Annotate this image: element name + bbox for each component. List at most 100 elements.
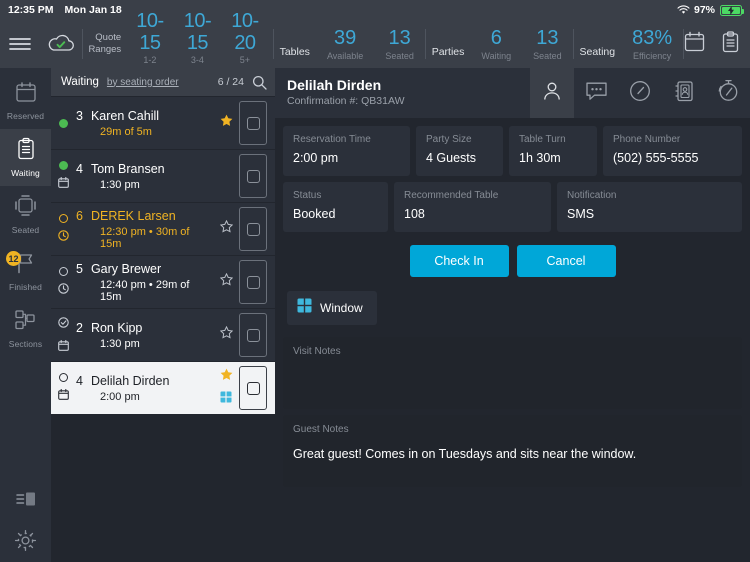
stat-label: Available [326,50,364,61]
top-bar: Quote Ranges 10-15 1-2 Parties 10-15 3-4… [0,10,750,77]
battery-percent: 97% [693,4,715,16]
wait-detail: 12:40 pm • 29m of 15m [100,278,190,303]
list-item-selected[interactable]: 4 Delilah Dirden 2:00 pm [51,362,275,414]
quote-label-line2: Ranges [88,44,122,55]
table-icon [14,194,37,222]
star-outline-icon[interactable] [219,325,233,344]
row-checkbox[interactable] [239,101,267,145]
parties-stats-group: Parties 6 Waiting 13 Seated [426,20,573,68]
detail-header: Delilah Dirden Confirmation #: QB31AW [275,68,750,118]
detail-body: Reservation Time 2:00 pm Party Size 4 Gu… [275,118,750,562]
row-checkbox[interactable] [239,313,267,357]
window-icon [220,390,232,408]
quote-value-5plus: 10-20 [231,10,259,54]
detail-panel: Delilah Dirden Confirmation #: QB31AW Re… [275,68,750,562]
list-item[interactable]: 4 Tom Bransen 1:30 pm [51,150,275,202]
gear-icon[interactable] [0,518,51,562]
clock-icon [629,80,651,107]
party-size: 5 [76,261,83,276]
detail-fields-row-2: Status Booked Recommended Table 108 Noti… [283,182,742,232]
sidebar-item-finished[interactable]: 12 Finished [0,243,51,300]
clipboard-icon[interactable] [721,30,740,58]
calendar-icon[interactable] [684,31,705,57]
party-size: 4 [76,161,83,176]
tab-history[interactable] [618,68,662,118]
calendar-icon [15,81,37,108]
list-item[interactable]: 2 Ron Kipp 1:30 pm [51,309,275,361]
action-buttons: Check In Cancel [283,245,742,277]
calendar-icon [57,175,69,193]
guest-notes-label: Guest Notes [293,424,349,435]
list-item[interactable]: 5 Gary Brewer 12:40 pm • 29m of 15m [51,256,275,308]
sidebar-nav: Reserved Waiting Seated 12 Finished Sect… [0,68,51,562]
detail-fields-row-1: Reservation Time 2:00 pm Party Size 4 Gu… [283,126,742,176]
sections-icon [14,309,37,336]
tab-guest-profile[interactable] [530,68,574,118]
field-value: (502) 555-5555 [613,151,699,165]
tab-address-book[interactable] [662,68,706,118]
stat-parties-seated: 13 Seated [522,27,573,62]
layout-panel-icon[interactable] [0,480,51,518]
stat-value: 13 [388,26,411,49]
field-notification: Notification SMS [557,182,742,232]
star-filled-icon[interactable] [220,368,233,386]
stat-value: 13 [536,26,559,49]
row-checkbox[interactable] [239,366,267,410]
quote-label-line1: Quote [95,32,122,43]
sidebar-item-waiting[interactable]: Waiting [0,129,51,186]
sidebar-item-label: Waiting [11,168,40,178]
stat-label: Waiting [481,50,512,61]
field-label: Phone Number [613,134,681,145]
guest-name: Ron Kipp [90,320,143,335]
address-book-icon [674,80,694,107]
field-recommended-table: Recommended Table 108 [394,182,551,232]
list-item[interactable]: 3 Karen Cahill 29m of 5m [51,97,275,149]
star-outline-icon[interactable] [219,272,233,291]
check-in-button[interactable]: Check In [409,245,509,277]
hamburger-menu-icon[interactable] [0,20,41,68]
star-outline-icon[interactable] [219,219,233,238]
waitlist-title: Waiting [61,76,99,88]
sidebar-item-reserved[interactable]: Reserved [0,72,51,129]
row-checkbox[interactable] [239,260,267,304]
cloud-sync-icon[interactable] [41,20,82,68]
star-filled-icon[interactable] [220,114,233,132]
status-ring-white-icon [58,372,68,382]
stat-label: Seated [385,50,414,61]
row-checkbox[interactable] [239,154,267,198]
clock-icon [57,228,69,246]
quote-value-1-2: 10-15 [136,10,164,54]
stat-label: Seated [533,50,562,61]
party-size: 6 [76,208,83,223]
tables-group-title: Tables [279,46,310,58]
tag-window[interactable]: Window [287,291,377,325]
wait-detail: 1:30 pm [100,178,140,191]
sidebar-item-seated[interactable]: Seated [0,186,51,243]
cancel-button[interactable]: Cancel [516,245,616,277]
confirmation-number: Confirmation #: QB31AW [287,95,405,107]
stat-parties-waiting: 6 Waiting [470,27,522,62]
chat-icon [585,80,608,106]
visit-notes[interactable]: Visit Notes [283,337,742,409]
field-label: Reservation Time [293,134,371,145]
sort-order-link[interactable]: by seating order [107,77,179,88]
tab-messages[interactable] [574,68,618,118]
field-value: Booked [293,207,336,221]
field-table-turn: Table Turn 1h 30m [509,126,597,176]
sidebar-item-label: Reserved [6,110,45,121]
status-date: Mon Jan 18 [64,4,122,16]
guest-notes[interactable]: Guest Notes Great guest! Comes in on Tue… [283,415,742,487]
field-value: 1h 30m [519,151,561,165]
search-icon[interactable] [252,75,267,90]
sidebar-item-sections[interactable]: Sections [0,300,51,357]
quote-ranges-group: Quote Ranges 10-15 1-2 Parties 10-15 3-4… [82,10,272,77]
row-checkbox[interactable] [239,207,267,251]
sidebar-item-label: Seated [11,225,40,235]
wait-detail: 1:30 pm [100,337,140,350]
check-circle-icon [57,315,69,333]
page-title: Delilah Dirden [287,77,382,93]
waitlist-rows: 3 Karen Cahill 29m of 5m 4 Tom Bransen 1… [51,96,275,562]
list-item[interactable]: 6 DEREK Larsen 12:30 pm • 30m of 15m [51,203,275,255]
stat-value: 39 [334,26,357,49]
tab-timer[interactable] [706,68,750,118]
